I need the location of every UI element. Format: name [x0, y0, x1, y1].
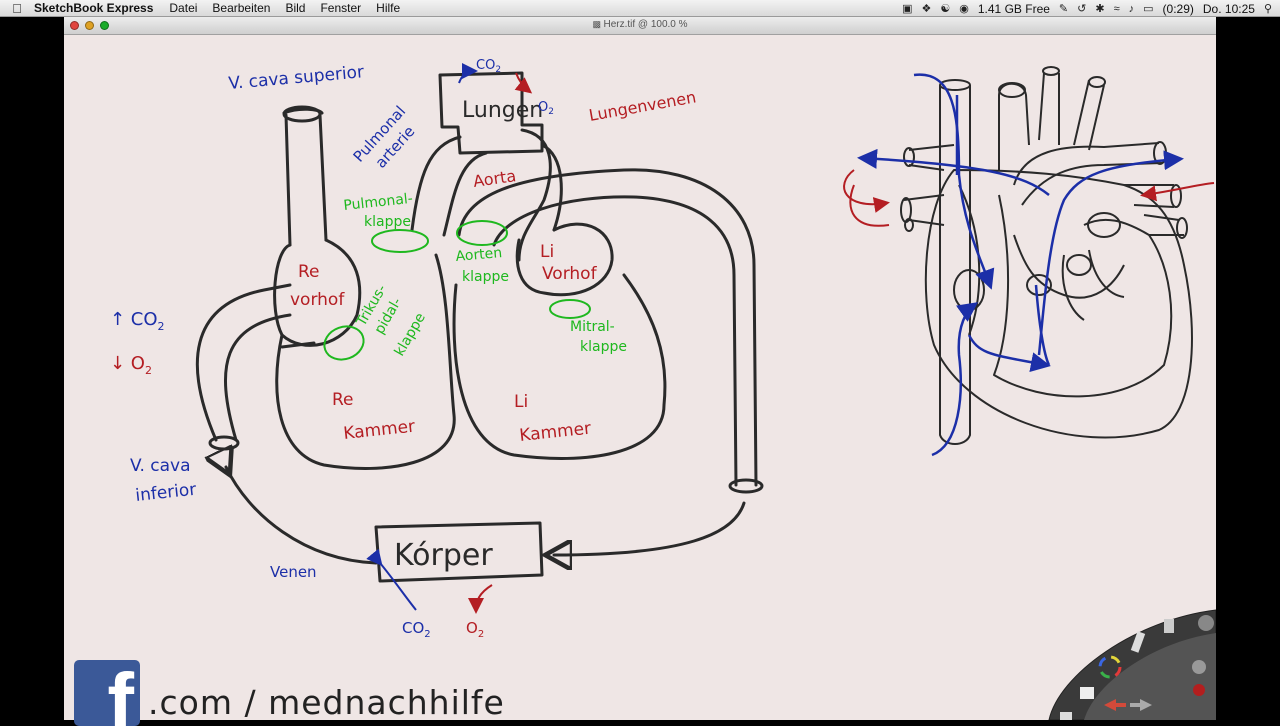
memory-free-label[interactable]: 1.41 GB Free: [978, 2, 1050, 16]
spotlight-search-icon[interactable]: ⚲: [1264, 2, 1272, 15]
wifi-icon[interactable]: ≈: [1114, 3, 1120, 15]
menu-fenster[interactable]: Fenster: [320, 1, 361, 15]
menu-datei[interactable]: Datei: [169, 1, 197, 15]
bluetooth-icon[interactable]: ✱: [1095, 2, 1104, 15]
tool-palette[interactable]: [1048, 609, 1217, 721]
label-re-vorhof-1: Re: [298, 262, 320, 282]
menu-hilfe[interactable]: Hilfe: [376, 1, 400, 15]
facebook-url-text: .com / mednachhilfe: [148, 683, 505, 722]
label-pulmonalklappe-2: klappe: [364, 214, 411, 230]
arterial-supply-path: [554, 501, 746, 555]
label-trikuspidal-3: klappe: [392, 310, 429, 359]
label-aortenklappe-1: Aorten: [455, 245, 503, 265]
pulmonary-valve: [371, 229, 429, 253]
label-li-vorhof-1: Li: [540, 242, 554, 262]
document-icon: ▩: [592, 19, 604, 29]
battery-time-label[interactable]: (0:29): [1163, 2, 1194, 16]
app-menu[interactable]: SketchBook Express: [34, 1, 153, 15]
clock-label[interactable]: Do. 10:25: [1203, 2, 1255, 16]
label-o2-bottom: O2: [466, 619, 484, 640]
drawing-canvas[interactable]: V. cava superior Pulmonal arterie Lungen…: [64, 35, 1217, 726]
mitral-valve: [549, 299, 591, 319]
aorta-opening: [728, 478, 764, 494]
settings-icon[interactable]: [1198, 615, 1214, 631]
battery-icon[interactable]: ▭: [1143, 2, 1153, 15]
label-v-cava-inferior-2: inferior: [134, 480, 197, 506]
legend-o2: ↓ O2: [110, 353, 152, 377]
label-co2-top: CO2: [476, 58, 501, 75]
label-co2-bottom: CO2: [402, 619, 431, 640]
label-li-kammer-2: Kammer: [518, 419, 592, 446]
pen-icon[interactable]: ✎: [1059, 2, 1068, 15]
label-re-kammer-2: Kammer: [342, 417, 416, 444]
label-re-kammer-1: Re: [332, 390, 354, 410]
o2-body-arrow: [468, 584, 493, 614]
label-lungenvenen: Lungenvenen: [587, 87, 697, 125]
label-aortenklappe-2: klappe: [462, 269, 509, 285]
dropbox-icon[interactable]: ❖: [922, 2, 932, 15]
menu-bild[interactable]: Bild: [285, 1, 305, 15]
brush-size-icon[interactable]: [1192, 660, 1206, 674]
menu-bearbeiten[interactable]: Bearbeiten: [212, 1, 270, 15]
label-o2-top: O2: [538, 100, 554, 117]
label-venen: Venen: [270, 563, 317, 581]
label-re-vorhof-2: vorhof: [290, 290, 345, 310]
current-color-swatch[interactable]: [1193, 684, 1205, 696]
facebook-logo: f: [74, 660, 140, 726]
pen-tool-icon[interactable]: [1164, 619, 1174, 633]
layer-icon[interactable]: [1080, 687, 1094, 699]
apple-menu-icon[interactable]: : [0, 1, 34, 16]
menu-bar:  SketchBook Express Datei Bearbeiten Bi…: [0, 0, 1280, 17]
document-title: ▩ Herz.tif @ 100.0 %: [64, 19, 1216, 30]
label-pulmonalklappe-1: Pulmonal-: [343, 191, 414, 214]
label-v-cava-inferior-1: V. cava: [130, 456, 191, 476]
venous-return-path: [226, 467, 378, 565]
volume-icon[interactable]: ♪: [1129, 3, 1135, 15]
schematic-outline: [195, 71, 764, 583]
label-li-kammer-1: Li: [514, 392, 528, 412]
label-mitral-2: klappe: [580, 339, 627, 355]
time-machine-icon[interactable]: ↺: [1077, 2, 1086, 15]
screen-record-icon[interactable]: ▣: [902, 2, 912, 15]
left-atrium: [515, 222, 614, 297]
deoxygenated-flow: [857, 73, 1184, 457]
document-title-text: Herz.tif @ 100.0 %: [603, 19, 688, 30]
pulmonary-veins: [517, 128, 563, 262]
sketchbook-window: ▩ Herz.tif @ 100.0 % V. cava superior Pu…: [64, 17, 1217, 726]
legend-co2: ↑ CO2: [110, 309, 165, 333]
menu-icon[interactable]: [1060, 712, 1072, 720]
window-titlebar[interactable]: ▩ Herz.tif @ 100.0 %: [64, 17, 1216, 35]
memory-icon[interactable]: ◉: [959, 2, 969, 15]
ivc-opening: [208, 435, 240, 451]
pulse-icon[interactable]: ☯: [940, 2, 950, 15]
vena-cava-tube: [939, 85, 971, 445]
anatomical-heart: [900, 66, 1193, 445]
label-lungen: Lungen: [462, 98, 543, 123]
superior-vena-cava: [282, 107, 328, 247]
label-li-vorhof-2: Vorhof: [542, 264, 598, 284]
label-koerper: Kórper: [394, 538, 493, 573]
label-v-cava-superior: V. cava superior: [228, 62, 365, 94]
label-mitral-1: Mitral-: [570, 319, 615, 335]
heart-circulation-drawing: V. cava superior Pulmonal arterie Lungen…: [110, 58, 1217, 721]
